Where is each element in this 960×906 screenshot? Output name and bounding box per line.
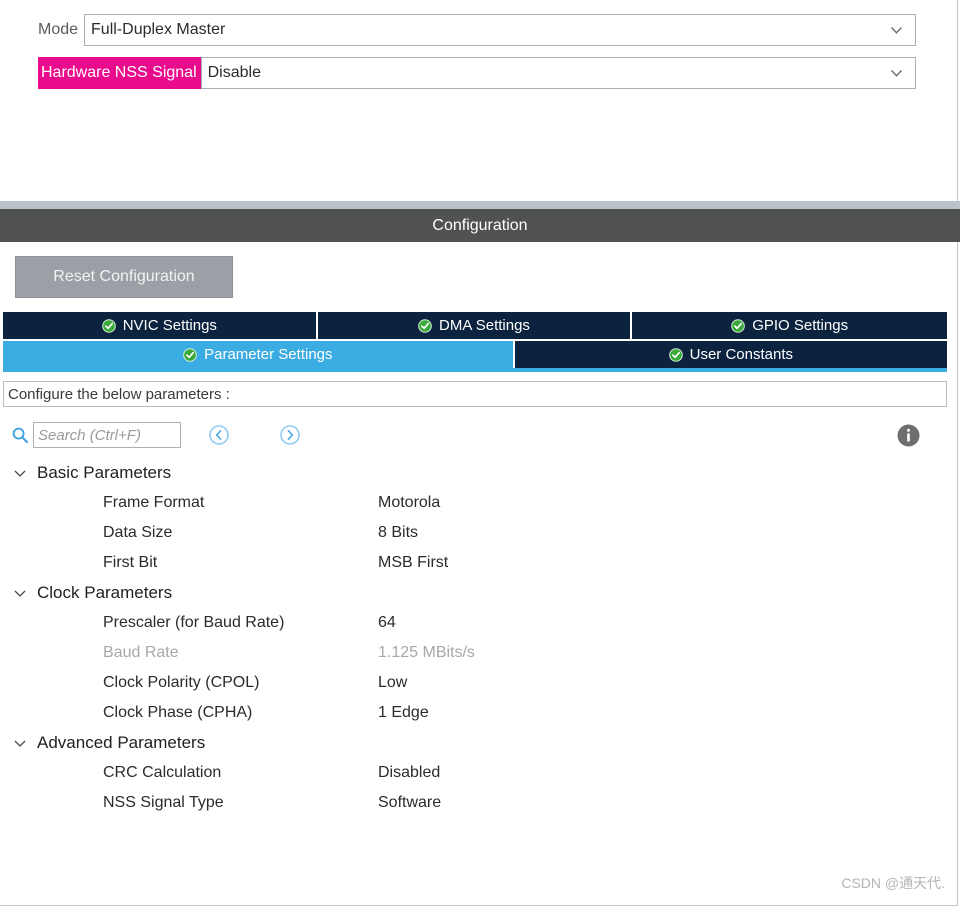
- check-circle-icon: [418, 319, 432, 333]
- tab-row-top: NVIC Settings DMA Settings: [3, 312, 947, 339]
- info-circle-icon[interactable]: [896, 423, 921, 448]
- chevron-down-icon: [13, 586, 27, 600]
- reset-configuration-button[interactable]: Reset Configuration: [15, 256, 233, 298]
- tab-dma-settings-label: DMA Settings: [439, 317, 530, 334]
- table-row[interactable]: Frame Format Motorola: [3, 488, 947, 518]
- search-input[interactable]: [33, 422, 181, 448]
- hardware-nss-signal-combobox-value: Disable: [202, 64, 261, 82]
- check-circle-icon: [102, 319, 116, 333]
- table-row[interactable]: Prescaler (for Baud Rate) 64: [3, 608, 947, 638]
- tree-group-label: Advanced Parameters: [37, 733, 205, 753]
- tab-nvic-settings-label: NVIC Settings: [123, 317, 217, 334]
- check-circle-icon: [669, 348, 683, 362]
- mode-field-row: Mode Full-Duplex Master: [38, 14, 916, 46]
- tab-parameter-settings[interactable]: Parameter Settings: [3, 341, 515, 368]
- hardware-nss-signal-field-row: Hardware NSS Signal Disable: [38, 57, 916, 89]
- panel-divider: [0, 201, 960, 209]
- reset-configuration-label: Reset Configuration: [53, 268, 194, 286]
- table-row[interactable]: Clock Polarity (CPOL) Low: [3, 668, 947, 698]
- parameter-tree: Basic Parameters Frame Format Motorola D…: [3, 458, 947, 818]
- hardware-nss-signal-combobox[interactable]: Disable: [201, 57, 916, 89]
- mode-label: Mode: [38, 14, 84, 46]
- tab-user-constants-label: User Constants: [690, 346, 793, 363]
- tree-group-advanced-parameters[interactable]: Advanced Parameters: [3, 728, 947, 758]
- table-row[interactable]: First Bit MSB First: [3, 548, 947, 578]
- param-value: 64: [378, 614, 396, 632]
- tab-parameter-settings-label: Parameter Settings: [204, 346, 332, 363]
- table-row[interactable]: CRC Calculation Disabled: [3, 758, 947, 788]
- param-name: Baud Rate: [3, 644, 378, 662]
- param-name: Prescaler (for Baud Rate): [3, 614, 378, 632]
- tab-row-bottom: Parameter Settings User Constants: [3, 341, 947, 368]
- mode-combobox[interactable]: Full-Duplex Master: [84, 14, 916, 46]
- tree-group-clock-parameters[interactable]: Clock Parameters: [3, 578, 947, 608]
- tree-group-label: Basic Parameters: [37, 463, 171, 483]
- param-value: Motorola: [378, 494, 440, 512]
- param-name: Frame Format: [3, 494, 378, 512]
- param-name: NSS Signal Type: [3, 794, 378, 812]
- configure-instruction-bar: Configure the below parameters :: [3, 381, 947, 407]
- tree-group-basic-parameters[interactable]: Basic Parameters: [3, 458, 947, 488]
- tab-gpio-settings-label: GPIO Settings: [752, 317, 848, 334]
- tree-group-label: Clock Parameters: [37, 583, 172, 603]
- mode-combobox-value: Full-Duplex Master: [85, 21, 225, 39]
- chevron-left-circle-icon[interactable]: [208, 424, 230, 446]
- chevron-down-icon: [13, 466, 27, 480]
- chevron-right-circle-icon[interactable]: [279, 424, 301, 446]
- param-name: Clock Phase (CPHA): [3, 704, 378, 722]
- param-name: First Bit: [3, 554, 378, 572]
- check-circle-icon: [731, 319, 745, 333]
- mode-panel: Mode Full-Duplex Master Hardware NSS Sig…: [0, 0, 958, 201]
- param-value: 1 Edge: [378, 704, 429, 722]
- table-row[interactable]: NSS Signal Type Software: [3, 788, 947, 818]
- param-value: MSB First: [378, 554, 448, 572]
- table-row: Baud Rate 1.125 MBits/s: [3, 638, 947, 668]
- watermark-text: CSDN @通天代.: [841, 873, 945, 893]
- hardware-nss-signal-label: Hardware NSS Signal: [38, 57, 201, 89]
- tab-dma-settings[interactable]: DMA Settings: [318, 312, 633, 339]
- search-icon: [11, 426, 29, 444]
- param-name: Clock Polarity (CPOL): [3, 674, 378, 692]
- param-value: 8 Bits: [378, 524, 418, 542]
- chevron-down-icon: [890, 24, 903, 37]
- configuration-body: Reset Configuration NVIC Settings: [0, 242, 958, 906]
- param-value: Software: [378, 794, 441, 812]
- chevron-down-icon: [13, 736, 27, 750]
- table-row[interactable]: Data Size 8 Bits: [3, 518, 947, 548]
- param-name: CRC Calculation: [3, 764, 378, 782]
- tab-active-underline: [3, 368, 947, 372]
- check-circle-icon: [183, 348, 197, 362]
- param-name: Data Size: [3, 524, 378, 542]
- param-value: Disabled: [378, 764, 440, 782]
- tab-nvic-settings[interactable]: NVIC Settings: [3, 312, 318, 339]
- configure-instruction-text: Configure the below parameters :: [8, 386, 230, 403]
- configuration-header-title: Configuration: [432, 217, 527, 235]
- param-value: Low: [378, 674, 407, 692]
- search-toolbar: [3, 417, 947, 453]
- tab-gpio-settings[interactable]: GPIO Settings: [632, 312, 947, 339]
- configuration-header: Configuration: [0, 209, 960, 242]
- table-row[interactable]: Clock Phase (CPHA) 1 Edge: [3, 698, 947, 728]
- chevron-down-icon: [890, 67, 903, 80]
- param-value: 1.125 MBits/s: [378, 644, 475, 662]
- tab-strip: NVIC Settings DMA Settings: [3, 312, 947, 372]
- tab-user-constants[interactable]: User Constants: [515, 341, 947, 368]
